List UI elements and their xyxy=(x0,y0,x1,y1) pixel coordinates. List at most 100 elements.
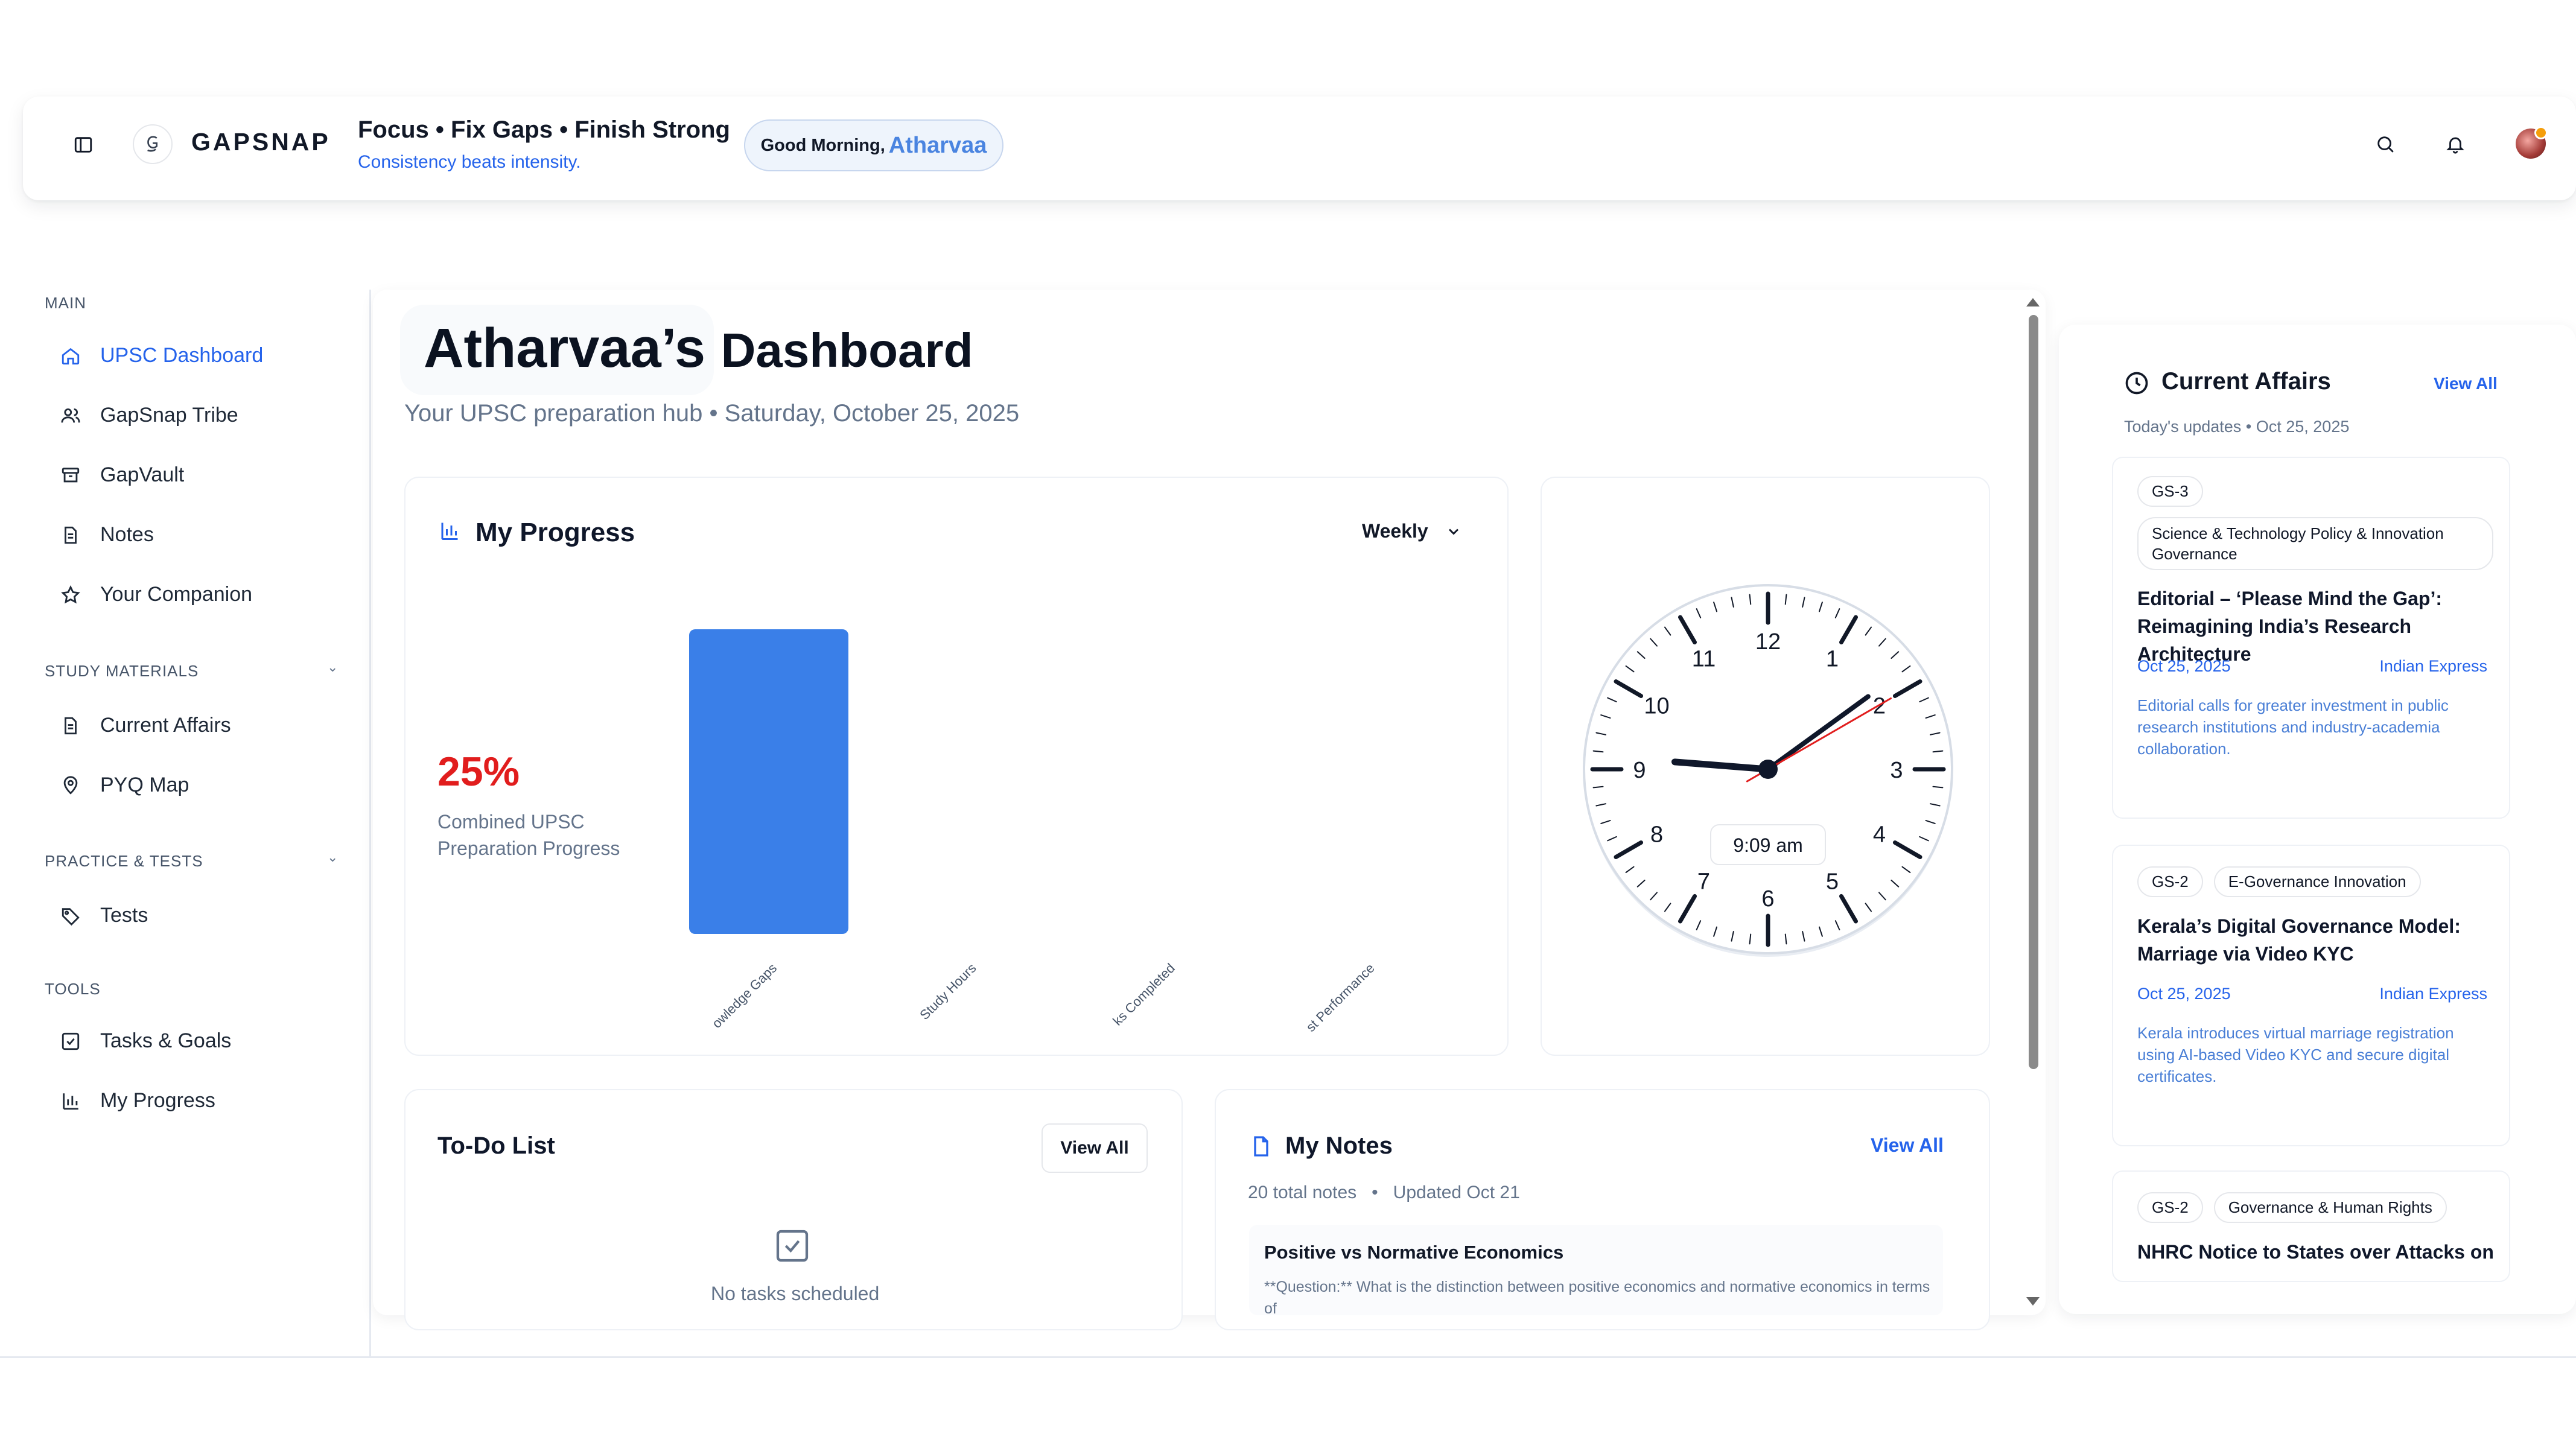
notes-meta: 20 total notes • Updated Oct 21 xyxy=(1248,1183,1520,1202)
scrollbar-thumb[interactable] xyxy=(2029,315,2038,1069)
sidebar-item-my-progress[interactable]: My Progress xyxy=(60,1089,215,1113)
checkbox-icon xyxy=(771,1225,813,1267)
greeting-name: Atharvaa xyxy=(888,132,987,158)
news-date: Oct 25, 2025 xyxy=(2137,985,2231,1003)
page-subtitle: Your UPSC preparation hub • Saturday, Oc… xyxy=(404,400,1020,427)
news-date: Oct 25, 2025 xyxy=(2137,657,2231,675)
map-pin-icon xyxy=(63,775,78,795)
news-description: Kerala introduces virtual marriage regis… xyxy=(2137,1024,2454,1085)
bottom-divider xyxy=(0,1356,2576,1358)
note-body: **Question:** What is the distinction be… xyxy=(1264,1278,1930,1316)
news-title: NHRC Notice to States over Attacks on xyxy=(2137,1241,2494,1263)
todo-title: To-Do List xyxy=(437,1132,555,1159)
current-affairs-subtitle: Today's updates • Oct 25, 2025 xyxy=(2124,418,2350,436)
period-select[interactable]: Weekly xyxy=(1362,520,1462,542)
sidebar-item-tests[interactable]: Tests xyxy=(60,904,148,927)
search-icon[interactable] xyxy=(2373,132,2398,157)
greeting-prefix: Good Morning, xyxy=(760,135,885,155)
news-source: Indian Express xyxy=(2379,985,2487,1003)
section-study-materials: STUDY MATERIALS xyxy=(45,662,199,680)
news-source: Indian Express xyxy=(2379,657,2487,675)
clock-numeral: 2 xyxy=(1873,694,1886,719)
news-tag: GS-2 xyxy=(2137,866,2203,897)
tagline: Focus • Fix Gaps • Finish Strong xyxy=(358,116,730,143)
sidebar-item-label: My Progress xyxy=(100,1089,215,1112)
progress-percent-label: Combined UPSC Preparation Progress xyxy=(437,811,620,859)
news-tag: GS-2 xyxy=(2137,1192,2203,1223)
section-tools: TOOLS xyxy=(45,980,101,998)
news-card[interactable]: GS-2 Governance & Human Rights NHRC Noti… xyxy=(2112,1170,2510,1282)
news-tag: E-Governance Innovation xyxy=(2213,866,2421,897)
clock-numeral: 9 xyxy=(1633,758,1646,783)
sidebar-item-label: PYQ Map xyxy=(100,773,189,796)
sidebar-item-label: UPSC Dashboard xyxy=(100,344,264,367)
news-tag: Governance & Human Rights xyxy=(2213,1192,2447,1223)
news-description: Editorial calls for greater investment i… xyxy=(2137,696,2449,758)
home-icon xyxy=(62,348,80,364)
todo-empty-text: No tasks scheduled xyxy=(711,1283,880,1304)
sidebar xyxy=(0,290,371,1358)
analog-clock: 1212345678910119:09 am xyxy=(1583,584,1953,957)
todo-view-all-button[interactable]: View All xyxy=(1042,1123,1148,1173)
news-tags: GS-2 E-Governance Innovation xyxy=(2137,866,2421,897)
sidebar-item-current-affairs[interactable]: Current Affairs xyxy=(60,714,231,737)
sidebar-item-label: Current Affairs xyxy=(100,714,231,737)
sidebar-item-tasks-goals[interactable]: Tasks & Goals xyxy=(60,1029,231,1053)
clock-numeral: 11 xyxy=(1692,647,1716,672)
progress-title: My Progress xyxy=(475,518,635,547)
clock-numeral: 8 xyxy=(1650,822,1663,848)
notes-count: 20 total notes xyxy=(1248,1183,1357,1202)
tag-icon xyxy=(62,907,80,926)
news-card[interactable]: GS-3 Science & Technology Policy & Innov… xyxy=(2112,457,2510,819)
sidebar-item-gapvault[interactable]: GapVault xyxy=(60,463,184,487)
current-affairs-title: Current Affairs xyxy=(2161,368,2331,395)
sidebar-item-label: GapVault xyxy=(100,463,185,486)
sidebar-item-upsc-dashboard[interactable]: UPSC Dashboard xyxy=(60,344,263,367)
top-header: GAPSNAP Focus • Fix Gaps • Finish Strong… xyxy=(23,97,2576,200)
progress-card xyxy=(404,477,1509,1056)
file-icon xyxy=(1248,1133,1274,1160)
sidebar-toggle-icon[interactable] xyxy=(71,133,95,157)
section-main: MAIN xyxy=(45,294,86,312)
notes-title: My Notes xyxy=(1285,1132,1393,1159)
period-select-value: Weekly xyxy=(1362,520,1428,542)
page-title: Atharvaa’s Dashboard xyxy=(424,317,973,380)
scroll-up-arrow[interactable] xyxy=(2026,298,2040,306)
document-icon xyxy=(65,717,77,734)
progress-percent: 25% xyxy=(437,749,520,795)
sidebar-item-label: Notes xyxy=(100,523,154,546)
news-tags: GS-2 Governance & Human Rights xyxy=(2137,1192,2447,1223)
sidebar-item-label: GapSnap Tribe xyxy=(100,404,238,427)
current-affairs-view-all-link[interactable]: View All xyxy=(2434,374,2498,393)
archive-icon xyxy=(62,467,80,482)
clock-numeral: 7 xyxy=(1697,869,1710,894)
sidebar-item-gapsnap-tribe[interactable]: GapSnap Tribe xyxy=(60,404,238,427)
clock-icon xyxy=(2123,369,2151,397)
clock-numeral: 3 xyxy=(1890,758,1903,783)
sidebar-item-notes[interactable]: Notes xyxy=(60,523,154,547)
bar-chart-icon xyxy=(63,1093,78,1110)
note-title: Positive vs Normative Economics xyxy=(1264,1242,1564,1263)
sidebar-item-label: Your Companion xyxy=(100,583,253,606)
clock-digital-time: 9:09 am xyxy=(1733,834,1803,856)
document-icon xyxy=(65,526,77,544)
bar-chart-icon xyxy=(437,519,462,543)
news-title: Editorial – ‘Please Mind the Gap’: Reima… xyxy=(2137,588,2442,665)
news-meta: Oct 25, 2025 Indian Express xyxy=(2137,985,2487,1003)
news-meta: Oct 25, 2025 Indian Express xyxy=(2137,657,2487,676)
clock-numeral: 6 xyxy=(1761,886,1774,912)
sidebar-item-pyq-map[interactable]: PYQ Map xyxy=(60,773,189,797)
news-tag: Science & Technology Policy & Innovation… xyxy=(2137,517,2493,570)
chevron-down-icon[interactable]: ⌄ xyxy=(327,659,338,675)
sidebar-item-your-companion[interactable]: Your Companion xyxy=(60,583,252,606)
chevron-down-icon[interactable]: ⌄ xyxy=(327,849,338,865)
clock-numeral: 10 xyxy=(1644,694,1669,719)
notes-view-all-link[interactable]: View All xyxy=(1871,1134,1944,1157)
scroll-down-arrow[interactable] xyxy=(2026,1297,2040,1306)
sidebar-item-label: Tasks & Goals xyxy=(100,1029,232,1052)
checkbox-icon xyxy=(62,1032,80,1050)
bell-icon[interactable] xyxy=(2443,132,2468,157)
greeting-pill: Good Morning, Atharvaa xyxy=(744,119,1003,171)
clock-numeral: 1 xyxy=(1826,647,1839,672)
news-card[interactable]: GS-2 E-Governance Innovation Kerala’s Di… xyxy=(2112,845,2510,1146)
